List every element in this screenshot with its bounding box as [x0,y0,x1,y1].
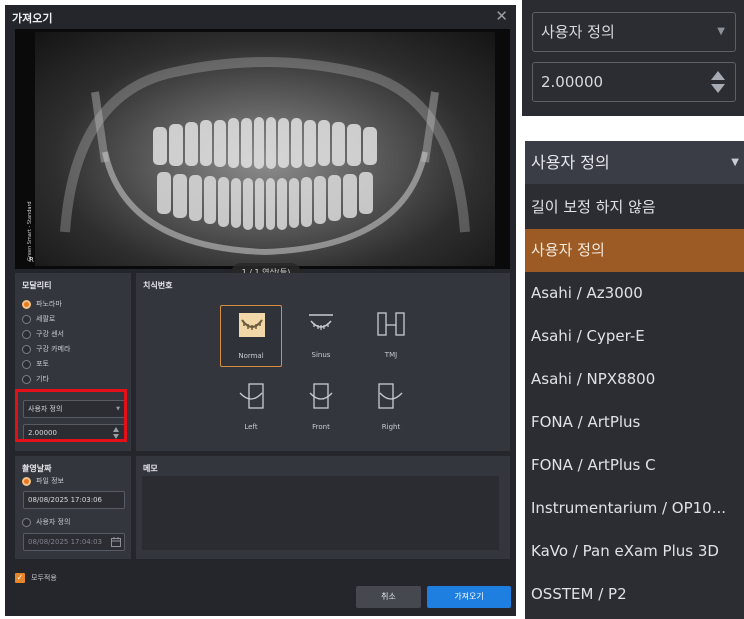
image-preview: Green Smart - Standard R 1 / 1 영상(들) [15,29,510,283]
tmj-icon [377,312,405,336]
modality-option-label: 기타 [36,375,49,383]
memo-title: 메모 [143,464,158,473]
tool-tmj[interactable]: TMJ [360,305,422,367]
import-dialog: 가져오기 ✕ Green Smart - Standard R 모달리티 파노라… [5,5,516,616]
radio-icon[interactable] [22,374,31,384]
calendar-icon[interactable] [111,537,121,547]
modality-option-label: 구강 카메라 [36,345,71,353]
tool-label: Left [244,423,258,431]
modality-option-cephalo[interactable]: 세팔로 [22,313,55,325]
zoomed-spin-value: 2.00000 [541,73,604,91]
import-button[interactable]: 가져오기 [427,586,511,608]
cancel-button[interactable]: 취소 [356,586,421,608]
dropdown-option[interactable]: OSSTEM / P2 [525,573,744,616]
tool-label: TMJ [384,351,398,359]
dropdown-option[interactable]: Asahi / Cyper-E [525,315,744,358]
custom-date-value: 08/08/2025 17:04:03 [28,538,103,546]
dialog-title: 가져오기 [12,12,53,25]
modality-option-oral-camera[interactable]: 구강 카메라 [22,343,70,355]
tool-label: Front [312,423,330,431]
tool-label: Normal [238,352,264,360]
front-arch-icon [309,383,333,409]
custom-date-field[interactable]: 08/08/2025 17:04:03 [23,533,125,551]
radio-icon[interactable] [22,329,31,339]
dropdown-header[interactable]: 사용자 정의 ▼ [525,141,744,184]
apply-all-checkbox-row[interactable]: ✓ 모두적용 [15,573,57,583]
tool-normal[interactable]: Normal [220,305,282,367]
modality-option-label: 구강 센서 [36,330,64,338]
dropdown-option[interactable]: Asahi / NPX8800 [525,358,744,401]
dropdown-option[interactable]: Instrumentarium / OP10... [525,487,744,530]
tool-left[interactable]: Left [220,377,282,439]
dropdown-header-value: 사용자 정의 [531,153,610,172]
modality-option-label: 세팔로 [36,315,56,323]
dropdown-option[interactable]: FONA / ArtPlus [525,401,744,444]
zoomed-select-value: 사용자 정의 [541,23,615,41]
radio-selected-icon[interactable] [22,299,31,309]
file-date-field[interactable]: 08/08/2025 17:03:06 [23,491,125,509]
dialog-titlebar: 가져오기 ✕ [5,5,516,29]
tool-label: Right [381,423,401,431]
memo-panel: 메모 [136,456,510,559]
panoramic-xray-image [35,32,495,266]
zoomed-calibration-crop: 사용자 정의 ▼ 2.00000 [522,0,744,116]
dropdown-option[interactable]: Asahi / Az3000 [525,272,744,315]
device-side-label: Green Smart - Standard [27,201,33,261]
capture-date-panel: 촬영날짜 파일 정보 08/08/2025 17:03:06 사용자 정의 08… [15,456,131,559]
radio-selected-icon[interactable] [22,476,31,486]
apply-all-label: 모두적용 [31,574,57,582]
modality-option-photo[interactable]: 포토 [22,358,49,370]
right-arch-icon [378,383,403,409]
checkbox-checked-icon[interactable]: ✓ [15,573,25,583]
tool-right[interactable]: Right [360,377,422,439]
modality-option-label: 포토 [36,360,49,368]
modality-option-oral-sensor[interactable]: 구강 센서 [22,328,64,340]
dental-number-title: 치식번호 [143,281,173,290]
modality-title: 모달리티 [22,281,52,290]
zoomed-calibration-select[interactable]: 사용자 정의 ▼ [532,12,736,52]
radio-icon[interactable] [22,314,31,324]
chevron-down-icon: ▼ [731,157,739,168]
calibration-dropdown-list: 사용자 정의 ▼ 길이 보정 하지 않음 사용자 정의 Asahi / Az30… [525,141,744,619]
tool-front[interactable]: Front [290,377,352,439]
chevron-down-icon: ▼ [717,26,725,37]
left-arch-icon [239,383,264,409]
tool-label: Sinus [311,351,331,359]
radio-icon[interactable] [22,359,31,369]
close-icon[interactable]: ✕ [495,7,508,25]
sinus-arch-icon [309,314,333,330]
radio-icon[interactable] [22,344,31,354]
custom-date-label: 사용자 정의 [36,518,71,526]
modality-option-other[interactable]: 기타 [22,373,49,385]
zoomed-calibration-stepper[interactable]: 2.00000 [532,62,736,102]
capture-date-title: 촬영날짜 [22,464,52,473]
file-date-value: 08/08/2025 17:03:06 [28,496,103,504]
dropdown-option[interactable]: KaVo / Pan eXam Plus 3D [525,530,744,573]
modality-option-label: 파노라마 [36,300,62,308]
dental-number-panel: 치식번호 Normal Sinus TMJ Left Front Right [136,273,510,451]
dropdown-option-selected[interactable]: 사용자 정의 [525,229,744,272]
modality-option-panorama[interactable]: 파노라마 [22,298,62,310]
calibration-highlight-box [15,389,127,442]
dropdown-option[interactable]: 길이 보정 하지 않음 [525,186,744,229]
tool-sinus[interactable]: Sinus [290,305,352,367]
normal-arch-icon [239,313,265,337]
memo-textarea[interactable] [142,476,499,550]
capture-date-file-info-option[interactable]: 파일 정보 [22,475,64,487]
dropdown-option[interactable]: FONA / ArtPlus C [525,444,744,487]
capture-date-custom-option[interactable]: 사용자 정의 [22,516,70,528]
radio-icon[interactable] [22,517,31,527]
spinner-arrows-icon[interactable] [711,71,725,93]
file-info-label: 파일 정보 [36,477,64,485]
orientation-label: R [29,256,34,264]
